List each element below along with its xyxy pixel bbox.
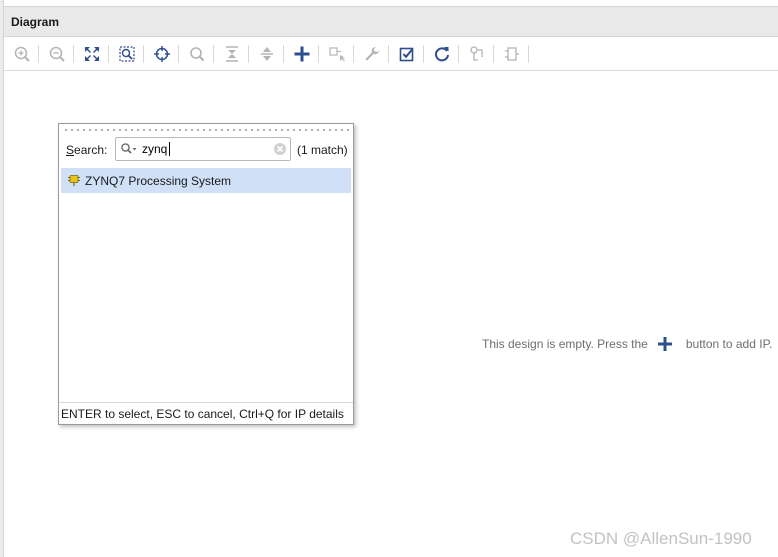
toolbar-separator (178, 45, 179, 63)
diagram-toolbar (4, 37, 778, 71)
empty-design-message: This design is empty. Press the button t… (482, 334, 772, 354)
diagram-window: Diagram This design is empty. Press the … (0, 0, 778, 557)
center-button[interactable] (151, 43, 173, 65)
pin-button[interactable] (501, 43, 523, 65)
collapse-all-icon (226, 46, 238, 62)
watermark-text: CSDN @AllenSun-1990 (570, 529, 752, 548)
add-ip-icon (657, 337, 672, 351)
search-results-list: ZYNQ7 Processing System (61, 168, 351, 398)
refresh-button[interactable] (431, 43, 453, 65)
toolbar-separator (388, 45, 389, 63)
ip-search-popup: Search: (1 match) (58, 123, 354, 425)
empty-message-text-before: This design is empty. Press the (482, 337, 648, 351)
add-ip-button[interactable] (291, 43, 313, 65)
zoom-fit-button[interactable] (81, 43, 103, 65)
validate-design-button[interactable] (396, 43, 418, 65)
zoom-fit-icon (85, 47, 99, 61)
toolbar-separator (248, 45, 249, 63)
toolbar-separator (423, 45, 424, 63)
toolbar-separator (213, 45, 214, 63)
toolbar-separator (73, 45, 74, 63)
toolbar-separator (458, 45, 459, 63)
clear-icon (274, 143, 286, 155)
zoom-in-button[interactable] (11, 43, 33, 65)
text-caret (169, 142, 170, 156)
footer-hint: ENTER to select, ESC to cancel, Ctrl+Q f… (61, 407, 344, 421)
result-item-label: ZYNQ7 Processing System (85, 174, 232, 188)
toolbar-separator (528, 45, 529, 63)
diagram-title-bar: Diagram (4, 6, 778, 37)
search-label-rest: earch: (74, 143, 108, 157)
zoom-out-button[interactable] (46, 43, 68, 65)
optimize-routing-icon (470, 46, 483, 61)
empty-message-text-after: button to add IP. (685, 337, 773, 351)
toolbar-separator (108, 45, 109, 63)
make-connection-button[interactable] (326, 43, 348, 65)
search-label-mnemonic: S (66, 143, 75, 157)
match-count: (1 match) (297, 143, 348, 157)
toolbar-separator (38, 45, 39, 63)
wrench-icon (365, 47, 379, 61)
validate-design-icon (399, 47, 414, 62)
zoom-out-icon (49, 46, 65, 62)
zoom-in-icon (14, 46, 30, 62)
zoom-area-button[interactable] (116, 43, 138, 65)
add-ip-icon (294, 46, 310, 62)
result-item[interactable]: ZYNQ7 Processing System (61, 168, 351, 193)
search-box[interactable] (115, 137, 291, 161)
popup-drag-handle[interactable] (63, 128, 349, 132)
search-label: Search: (66, 143, 107, 157)
toolbar-separator (493, 45, 494, 63)
popup-footer: ENTER to select, ESC to cancel, Ctrl+Q f… (59, 402, 353, 424)
panel-title: Diagram (11, 15, 60, 29)
search-options-icon[interactable] (120, 142, 138, 156)
ip-chip-icon (67, 173, 81, 187)
add-ip-inline-button[interactable] (656, 335, 674, 353)
center-icon (154, 46, 170, 62)
zoom-area-icon (119, 46, 135, 62)
settings-button[interactable] (361, 43, 383, 65)
expand-all-button[interactable] (256, 43, 278, 65)
collapse-all-button[interactable] (221, 43, 243, 65)
make-connection-icon (329, 47, 345, 62)
search-icon (190, 47, 205, 62)
search-button[interactable] (186, 43, 208, 65)
search-input[interactable] (142, 141, 270, 157)
toolbar-separator (143, 45, 144, 63)
toolbar-separator (318, 45, 319, 63)
clear-search-button[interactable] (273, 142, 287, 156)
expand-all-icon (261, 47, 273, 61)
toolbar-separator (353, 45, 354, 63)
pin-icon (505, 47, 519, 61)
optimize-routing-button[interactable] (466, 43, 488, 65)
toolbar-separator (283, 45, 284, 63)
refresh-icon (435, 47, 449, 62)
